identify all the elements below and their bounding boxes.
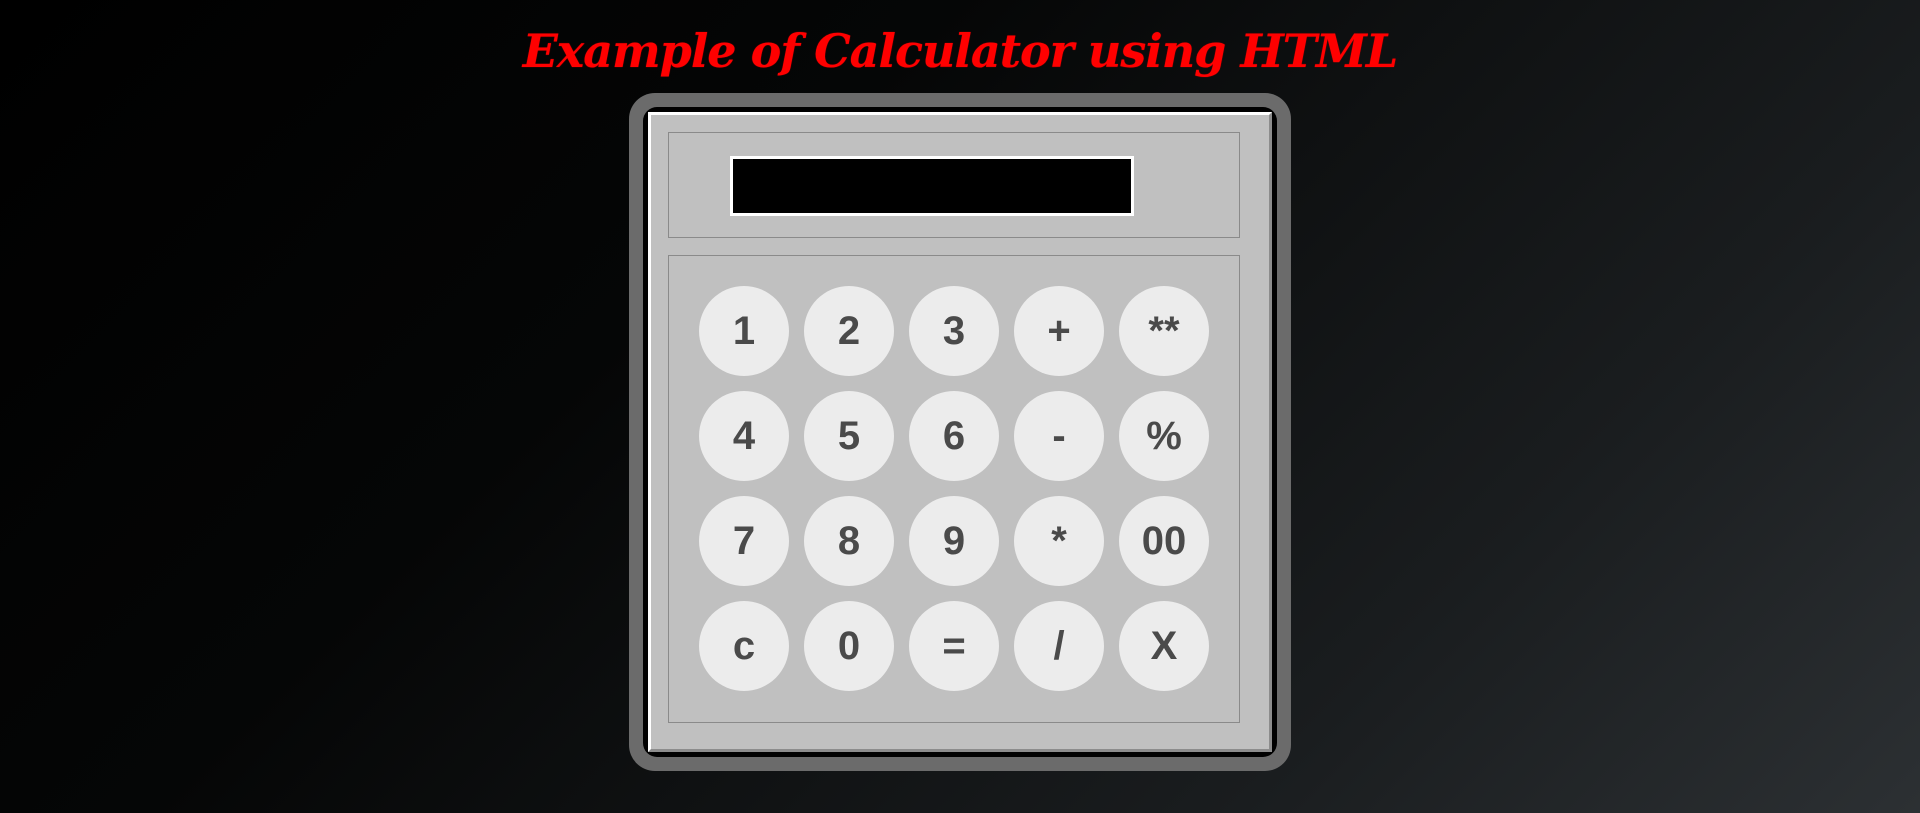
keypad-panel: 1 2 3 + ** 4 5 6-% 7 8 9 * 00 c 0 = / X (668, 255, 1240, 723)
page-title: Example of Calculator using HTML (522, 24, 1399, 78)
key-3-button[interactable]: 3 (909, 286, 999, 376)
display-input[interactable] (730, 156, 1134, 216)
key-equals-button[interactable]: = (909, 601, 999, 691)
keypad-grid: 1 2 3 + ** 4 5 6-% 7 8 9 * 00 c 0 = / X (699, 286, 1209, 691)
key-percent-button[interactable]: % (1119, 391, 1209, 481)
display-panel (668, 132, 1240, 238)
key-divide-button[interactable]: / (1014, 601, 1104, 691)
key-backspace-button[interactable]: X (1119, 601, 1209, 691)
key-minus-button[interactable]: - (1014, 391, 1104, 481)
key-2-button[interactable]: 2 (804, 286, 894, 376)
key-5-button[interactable]: 5 (804, 391, 894, 481)
key-6-button[interactable]: 6 (909, 391, 999, 481)
calculator-bezel: 1 2 3 + ** 4 5 6-% 7 8 9 * 00 c 0 = / X (643, 107, 1277, 757)
key-double-zero-button[interactable]: 00 (1119, 496, 1209, 586)
key-power-button[interactable]: ** (1119, 286, 1209, 376)
key-1-button[interactable]: 1 (699, 286, 789, 376)
key-4-button[interactable]: 4 (699, 391, 789, 481)
key-0-button[interactable]: 0 (804, 601, 894, 691)
key-plus-button[interactable]: + (1014, 286, 1104, 376)
calculator-body: 1 2 3 + ** 4 5 6-% 7 8 9 * 00 c 0 = / X (648, 112, 1272, 752)
key-multiply-button[interactable]: * (1014, 496, 1104, 586)
key-8-button[interactable]: 8 (804, 496, 894, 586)
key-clear-button[interactable]: c (699, 601, 789, 691)
key-7-button[interactable]: 7 (699, 496, 789, 586)
key-9-button[interactable]: 9 (909, 496, 999, 586)
calculator: 1 2 3 + ** 4 5 6-% 7 8 9 * 00 c 0 = / X (629, 93, 1291, 771)
